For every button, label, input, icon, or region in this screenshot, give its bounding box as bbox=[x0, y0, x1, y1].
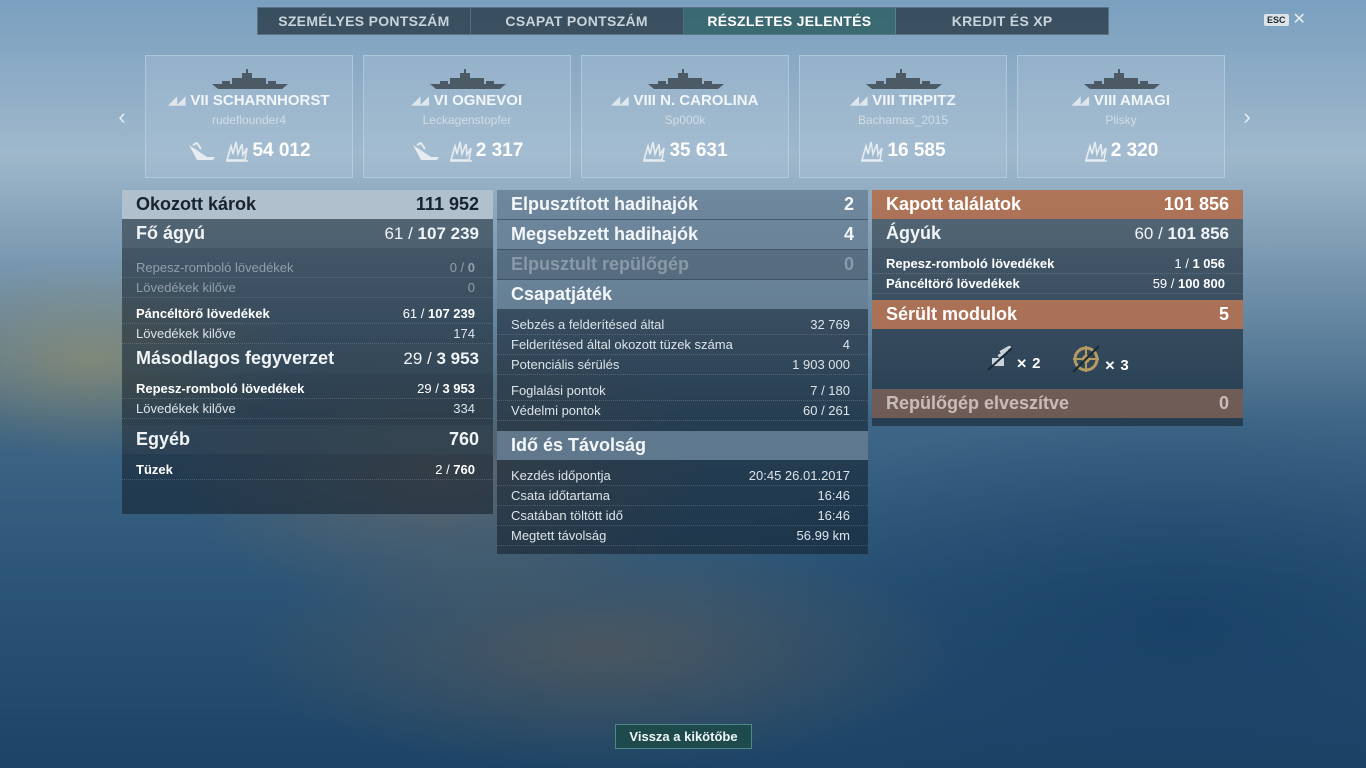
ship-class-icon: ◢◢ bbox=[168, 95, 186, 107]
damage-icon bbox=[226, 141, 249, 162]
esc-key-label: ESC bbox=[1264, 14, 1289, 26]
close-icon: ✕ bbox=[1292, 11, 1306, 28]
multiply-icon: ✕ bbox=[1016, 356, 1028, 371]
main-battery-header: Fő ágyú 61 / 107 239 bbox=[122, 219, 493, 248]
potential-damage-row: Potenciális sérülés 1 903 000 bbox=[497, 355, 868, 375]
other-header: Egyéb 760 bbox=[122, 425, 493, 454]
damaged-ships-header: Megsebzett hadihajók 4 bbox=[497, 220, 868, 249]
module-item: ✕ 3 bbox=[1069, 344, 1129, 374]
ship-name: VIII AMAGI bbox=[1093, 92, 1171, 109]
esc-close-button[interactable]: ESC ✕ bbox=[1264, 11, 1306, 28]
ship-class-icon: ◢◢ bbox=[1071, 95, 1089, 107]
damage-icon bbox=[861, 141, 884, 162]
back-to-port-button[interactable]: Vissza a kikötőbe bbox=[615, 724, 752, 749]
damage-icon bbox=[1084, 141, 1107, 162]
battle-duration-row: Csata időtartama 16:46 bbox=[497, 486, 868, 506]
ship-card[interactable]: ◢◢ VIII TIRPITZ Bachamas_2015 16 585 bbox=[799, 55, 1007, 178]
ship-class-icon: ◢◢ bbox=[611, 95, 629, 107]
distance-row: Megtett távolság 56.99 km bbox=[497, 526, 868, 546]
carousel-prev-button[interactable]: ‹ bbox=[112, 104, 132, 130]
module-item: ✕ 2 bbox=[986, 346, 1041, 372]
ship-silhouette-icon bbox=[866, 69, 942, 89]
player-name: Leckagenstopfer bbox=[422, 113, 512, 127]
damage-value: 2 317 bbox=[475, 140, 524, 161]
tab-bar: SZEMÉLYES PONTSZÁM CSAPAT PONTSZÁM RÉSZL… bbox=[257, 7, 1109, 35]
sinking-ship-icon bbox=[189, 141, 216, 160]
spotting-damage-row: Sebzés a felderítésed által 32 769 bbox=[497, 315, 868, 335]
secondary-header: Másodlagos fegyverzet 29 / 3 953 bbox=[122, 344, 493, 373]
hits-received-header: Kapott találatok 101 856 bbox=[872, 190, 1243, 219]
damage-value: 2 320 bbox=[1110, 140, 1159, 161]
chevron-right-icon: › bbox=[1243, 104, 1251, 129]
player-name: Sp000k bbox=[664, 113, 706, 127]
ship-class-icon: ◢◢ bbox=[411, 95, 429, 107]
fires-row: Tüzek 2 / 760 bbox=[122, 460, 493, 480]
start-time-row: Kezdés időpontja 20:45 26.01.2017 bbox=[497, 466, 868, 486]
ap-fired-row: Lövedékek kilőve 174 bbox=[122, 324, 493, 344]
gun-turret-icon bbox=[987, 346, 1013, 371]
time-in-battle-row: Csatában töltött idő 16:46 bbox=[497, 506, 868, 526]
ship-name: VI OGNEVOI bbox=[433, 92, 523, 109]
chevron-left-icon: ‹ bbox=[118, 104, 126, 129]
secondary-fired-row: Lövedékek kilőve 334 bbox=[122, 399, 493, 419]
damage-dealt-panel: Okozott károk 111 952 Fő ágyú 61 / 107 239… bbox=[122, 190, 493, 514]
ship-silhouette-icon bbox=[1084, 69, 1160, 89]
received-he-row: Repesz-romboló lövedékek 1 / 1 056 bbox=[872, 254, 1243, 274]
received-ap-row: Páncéltörő lövedékek 59 / 100 800 bbox=[872, 274, 1243, 294]
ship-name: VIII TIRPITZ bbox=[872, 92, 956, 109]
tab-detailed-report[interactable]: RÉSZLETES JELENTÉS bbox=[683, 8, 897, 34]
tab-team-score[interactable]: CSAPAT PONTSZÁM bbox=[471, 8, 684, 34]
ap-shells-row: Páncéltörő lövedékek 61 / 107 239 bbox=[122, 304, 493, 324]
player-name: rudeflounder4 bbox=[211, 113, 287, 127]
guns-received-header: Ágyúk 60 / 101 856 bbox=[872, 219, 1243, 248]
defense-points-row: Védelmi pontok 60 / 261 bbox=[497, 401, 868, 421]
spotting-fires-row: Felderítésed által okozott tüzek száma 4 bbox=[497, 335, 868, 355]
secondary-he-row: Repesz-romboló lövedékek 29 / 3 953 bbox=[122, 379, 493, 399]
damage-value: 35 631 bbox=[669, 140, 728, 161]
ship-silhouette-icon bbox=[648, 69, 724, 89]
steering-gear-icon bbox=[1071, 345, 1100, 373]
he-fired-row: Lövedékek kilőve 0 bbox=[122, 278, 493, 298]
ship-name: VII SCHARNHORST bbox=[190, 92, 330, 109]
tab-personal-score[interactable]: SZEMÉLYES PONTSZÁM bbox=[258, 8, 471, 34]
damaged-modules-list: ✕ 2 ✕ 3 bbox=[872, 329, 1243, 389]
damage-received-panel: Kapott találatok 101 856 Ágyúk 60 / 101 85… bbox=[872, 190, 1243, 426]
planes-lost-header: Repülőgép elveszítve 0 bbox=[872, 389, 1243, 418]
player-name: Plisky bbox=[1105, 113, 1137, 127]
ship-card[interactable]: ◢◢ VI OGNEVOI Leckagenstopfer 2 317 bbox=[363, 55, 571, 178]
capture-points-row: Foglalási pontok 7 / 180 bbox=[497, 381, 868, 401]
planes-destroyed-header: Elpusztult repülőgép 0 bbox=[497, 250, 868, 279]
he-shells-row: Repesz-romboló lövedékek 0 / 0 bbox=[122, 258, 493, 278]
damage-value: 54 012 bbox=[252, 140, 311, 161]
damage-icon bbox=[643, 141, 666, 162]
results-panel: Elpusztított hadihajók 2 Megsebzett hadih… bbox=[497, 190, 868, 554]
ship-class-icon: ◢◢ bbox=[850, 95, 868, 107]
ship-silhouette-icon bbox=[430, 69, 506, 89]
damage-value: 16 585 bbox=[887, 140, 946, 161]
ship-card[interactable]: ◢◢ VIII N. CAROLINA Sp000k 35 631 bbox=[581, 55, 789, 178]
damage-dealt-header: Okozott károk 111 952 bbox=[122, 190, 493, 219]
ship-silhouette-icon bbox=[212, 69, 288, 89]
tab-credits-xp[interactable]: KREDIT ÉS XP bbox=[896, 8, 1108, 34]
damage-icon bbox=[449, 141, 472, 162]
ship-card[interactable]: ◢◢ VII SCHARNHORST rudeflounder4 54 012 bbox=[145, 55, 353, 178]
teamplay-header: Csapatjáték bbox=[497, 280, 868, 309]
time-distance-header: Idő és Távolság bbox=[497, 431, 868, 460]
ship-card[interactable]: ◢◢ VIII AMAGI Plisky 2 320 bbox=[1017, 55, 1225, 178]
destroyed-ships-header: Elpusztított hadihajók 2 bbox=[497, 190, 868, 219]
damaged-modules-header: Sérült modulok 5 bbox=[872, 300, 1243, 329]
player-name: Bachamas_2015 bbox=[857, 113, 949, 127]
multiply-icon: ✕ bbox=[1104, 358, 1116, 373]
ship-name: VIII N. CAROLINA bbox=[633, 92, 759, 109]
carousel-next-button[interactable]: › bbox=[1237, 104, 1257, 130]
sinking-ship-icon bbox=[412, 141, 439, 160]
